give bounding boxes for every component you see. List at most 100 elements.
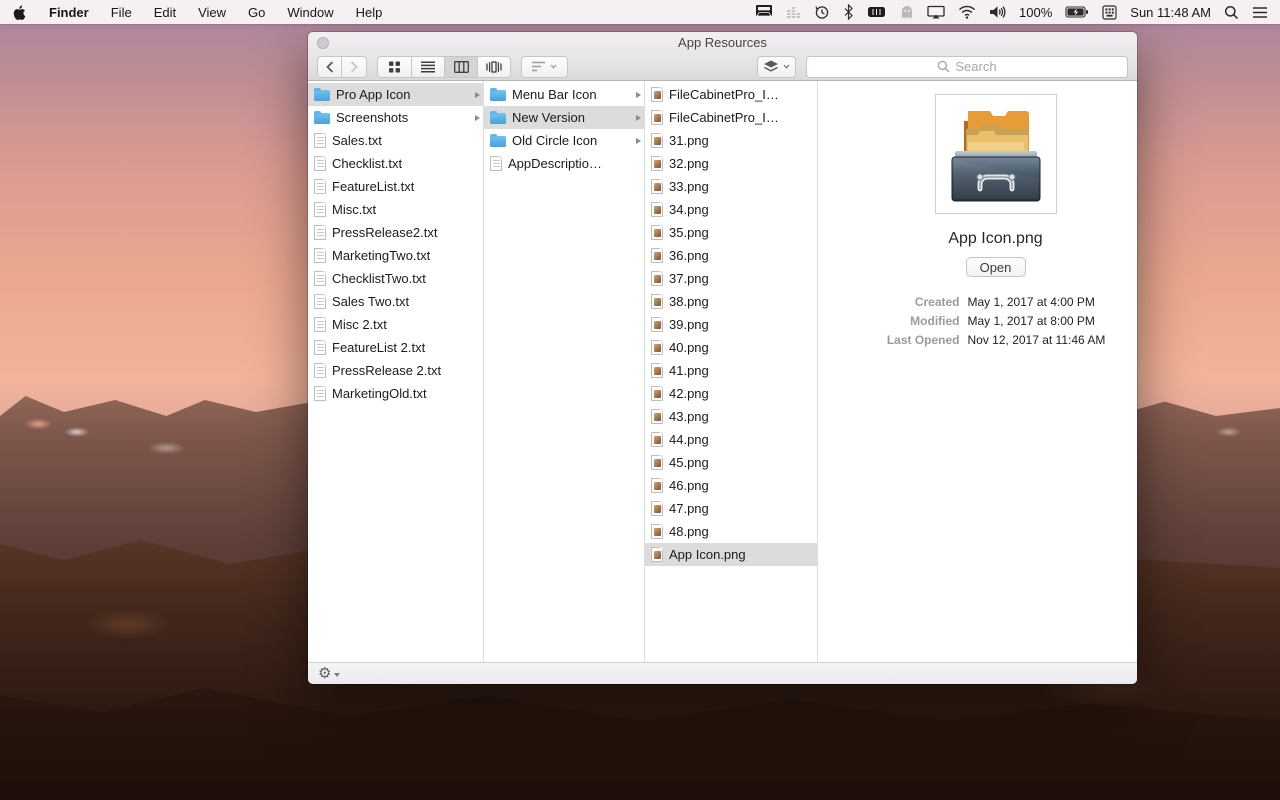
file-row[interactable]: 38.png bbox=[645, 290, 817, 313]
file-row[interactable]: 41.png bbox=[645, 359, 817, 382]
filecabinet-menubar-icon[interactable] bbox=[755, 4, 773, 20]
file-row[interactable]: 37.png bbox=[645, 267, 817, 290]
file-name: AppDescriptio… bbox=[508, 156, 641, 171]
input-source-icon[interactable] bbox=[1102, 5, 1117, 20]
file-row[interactable]: 45.png bbox=[645, 451, 817, 474]
wifi-icon[interactable] bbox=[958, 5, 976, 19]
file-row[interactable]: 43.png bbox=[645, 405, 817, 428]
action-gear-icon[interactable]: ⚙︎ bbox=[318, 666, 331, 681]
volume-icon[interactable] bbox=[989, 5, 1006, 19]
apple-menu-icon[interactable] bbox=[12, 4, 27, 21]
menu-item-edit[interactable]: Edit bbox=[154, 5, 176, 20]
stats-columns-icon[interactable] bbox=[786, 5, 801, 19]
keyboard-battery-icon[interactable] bbox=[867, 6, 887, 18]
file-name: 44.png bbox=[669, 432, 814, 447]
menu-item-view[interactable]: View bbox=[198, 5, 226, 20]
file-row[interactable]: Checklist.txt bbox=[308, 152, 483, 175]
clock-label[interactable]: Sun 11:48 AM bbox=[1130, 5, 1211, 20]
text-file-icon bbox=[314, 340, 326, 355]
file-row[interactable]: App Icon.png bbox=[645, 543, 817, 566]
file-row[interactable]: Screenshots bbox=[308, 106, 483, 129]
menu-item-file[interactable]: File bbox=[111, 5, 132, 20]
file-row[interactable]: Sales Two.txt bbox=[308, 290, 483, 313]
file-row[interactable]: ChecklistTwo.txt bbox=[308, 267, 483, 290]
file-row[interactable]: 39.png bbox=[645, 313, 817, 336]
text-file-icon bbox=[314, 248, 326, 263]
coverflow-view-button[interactable] bbox=[477, 57, 510, 77]
file-row[interactable]: 48.png bbox=[645, 520, 817, 543]
battery-icon[interactable] bbox=[1065, 6, 1089, 18]
back-button[interactable] bbox=[317, 56, 342, 78]
file-row[interactable]: MarketingTwo.txt bbox=[308, 244, 483, 267]
search-input[interactable]: Search bbox=[806, 56, 1128, 78]
file-row[interactable]: 46.png bbox=[645, 474, 817, 497]
file-row[interactable]: Pro App Icon bbox=[308, 83, 483, 106]
menu-item-finder[interactable]: Finder bbox=[49, 5, 89, 20]
airplay-display-icon[interactable] bbox=[927, 5, 945, 19]
file-name: Misc.txt bbox=[332, 202, 480, 217]
metadata-label: Modified bbox=[864, 313, 960, 329]
text-file-icon bbox=[314, 133, 326, 148]
file-row[interactable]: Old Circle Icon bbox=[484, 129, 644, 152]
image-file-icon bbox=[651, 294, 663, 309]
file-row[interactable]: FileCabinetPro_I… bbox=[645, 83, 817, 106]
file-name: 40.png bbox=[669, 340, 814, 355]
file-row[interactable]: FeatureList 2.txt bbox=[308, 336, 483, 359]
file-row[interactable]: 36.png bbox=[645, 244, 817, 267]
file-name: FileCabinetPro_I… bbox=[669, 110, 814, 125]
file-name: FeatureList 2.txt bbox=[332, 340, 480, 355]
column-view-button[interactable] bbox=[444, 57, 477, 77]
file-row[interactable]: 40.png bbox=[645, 336, 817, 359]
open-button[interactable]: Open bbox=[966, 257, 1026, 277]
file-row[interactable]: PressRelease2.txt bbox=[308, 221, 483, 244]
arrange-button[interactable] bbox=[521, 56, 568, 78]
menu-item-go[interactable]: Go bbox=[248, 5, 265, 20]
ghost-icon[interactable] bbox=[900, 5, 914, 20]
file-name: MarketingTwo.txt bbox=[332, 248, 480, 263]
file-name: Screenshots bbox=[336, 110, 469, 125]
file-row[interactable]: 34.png bbox=[645, 198, 817, 221]
notification-center-icon[interactable] bbox=[1252, 6, 1268, 19]
file-name: 37.png bbox=[669, 271, 814, 286]
file-row[interactable]: 32.png bbox=[645, 152, 817, 175]
file-row[interactable]: 44.png bbox=[645, 428, 817, 451]
layers-dropdown-button[interactable] bbox=[757, 56, 796, 78]
file-name: ChecklistTwo.txt bbox=[332, 271, 480, 286]
file-row[interactable]: New Version bbox=[484, 106, 644, 129]
file-row[interactable]: MarketingOld.txt bbox=[308, 382, 483, 405]
file-row[interactable]: 33.png bbox=[645, 175, 817, 198]
file-name: Sales.txt bbox=[332, 133, 480, 148]
title-bar[interactable]: App Resources bbox=[308, 32, 1137, 53]
image-file-icon bbox=[651, 248, 663, 263]
spotlight-icon[interactable] bbox=[1224, 5, 1239, 20]
image-file-icon bbox=[651, 271, 663, 286]
chevron-down-icon bbox=[334, 673, 340, 677]
file-name: 33.png bbox=[669, 179, 814, 194]
image-file-icon bbox=[651, 133, 663, 148]
file-row[interactable]: Misc.txt bbox=[308, 198, 483, 221]
menu-item-help[interactable]: Help bbox=[356, 5, 383, 20]
forward-button[interactable] bbox=[342, 56, 367, 78]
file-row[interactable]: 42.png bbox=[645, 382, 817, 405]
bluetooth-icon[interactable] bbox=[843, 4, 854, 20]
file-row[interactable]: 31.png bbox=[645, 129, 817, 152]
file-row[interactable]: Misc 2.txt bbox=[308, 313, 483, 336]
file-row[interactable]: Menu Bar Icon bbox=[484, 83, 644, 106]
file-name: MarketingOld.txt bbox=[332, 386, 480, 401]
file-row[interactable]: AppDescriptio… bbox=[484, 152, 644, 175]
image-file-icon bbox=[651, 225, 663, 240]
icon-view-button[interactable] bbox=[378, 57, 411, 77]
time-machine-icon[interactable] bbox=[814, 4, 830, 20]
preview-image-frame[interactable] bbox=[935, 94, 1057, 214]
window-close-button[interactable] bbox=[317, 37, 329, 49]
file-row[interactable]: 47.png bbox=[645, 497, 817, 520]
menu-item-window[interactable]: Window bbox=[287, 5, 333, 20]
file-row[interactable]: Sales.txt bbox=[308, 129, 483, 152]
text-file-icon bbox=[314, 271, 326, 286]
file-row[interactable]: PressRelease 2.txt bbox=[308, 359, 483, 382]
file-row[interactable]: FileCabinetPro_I… bbox=[645, 106, 817, 129]
file-row[interactable]: FeatureList.txt bbox=[308, 175, 483, 198]
list-view-button[interactable] bbox=[411, 57, 444, 77]
file-row[interactable]: 35.png bbox=[645, 221, 817, 244]
metadata-label: Created bbox=[864, 294, 960, 310]
